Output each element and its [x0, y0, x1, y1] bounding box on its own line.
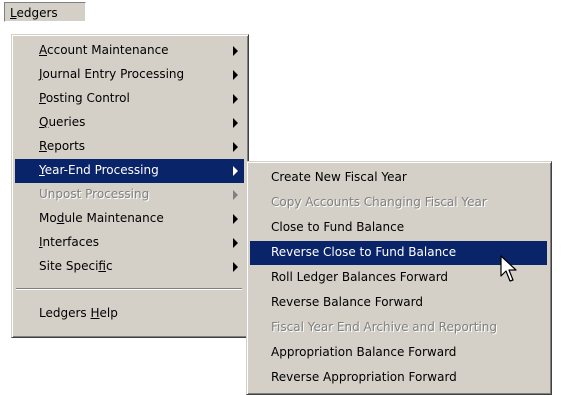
chevron-right-icon: [233, 118, 238, 128]
chevron-right-icon: [233, 94, 238, 104]
menu-item-label: Interfaces: [39, 235, 99, 249]
menu-item-queries[interactable]: Queries: [15, 111, 244, 135]
submenu-item-reverse-balance-forward[interactable]: Reverse Balance Forward: [250, 291, 547, 315]
menu-item-module-maintenance[interactable]: Module Maintenance: [15, 207, 244, 231]
submenu-item-label: Appropriation Balance Forward: [271, 345, 457, 359]
submenu-item-create-new-fiscal-year[interactable]: Create New Fiscal Year: [250, 166, 547, 190]
chevron-right-icon: [233, 166, 238, 176]
submenu-item-reverse-appropriation-forward[interactable]: Reverse Appropriation Forward: [250, 366, 547, 390]
mouse-pointer-icon: [500, 255, 517, 282]
submenu-item-label: Roll Ledger Balances Forward: [271, 270, 449, 284]
menu-item-label: Account Maintenance: [39, 43, 169, 57]
menu-item-label: Reports: [39, 139, 86, 153]
chevron-right-icon: [233, 214, 238, 224]
submenu-item-appropriation-balance-forward[interactable]: Appropriation Balance Forward: [250, 341, 547, 365]
menu-separator: [16, 288, 242, 290]
menu-item-label: Posting Control: [39, 91, 130, 105]
menubar-ledgers-label: Ledgers: [10, 6, 58, 20]
submenu-item-label: Reverse Appropriation Forward: [271, 370, 457, 384]
menu-item-ledgers-help[interactable]: Ledgers Help: [15, 302, 244, 326]
chevron-right-icon: [233, 262, 238, 272]
menu-item-label: Ledgers Help: [39, 306, 118, 320]
menu-item-posting-control[interactable]: Posting Control: [15, 87, 244, 111]
menu-item-label: Unpost Processing: [39, 187, 150, 201]
submenu-item-label: Close to Fund Balance: [271, 220, 405, 234]
menu-item-label: Year-End Processing: [39, 163, 159, 177]
chevron-right-icon: [233, 190, 238, 200]
menu-item-label: Module Maintenance: [39, 211, 164, 225]
menu-item-year-end-processing[interactable]: Year-End Processing: [15, 159, 244, 183]
chevron-right-icon: [233, 238, 238, 248]
submenu-item-label: Reverse Balance Forward: [271, 295, 423, 309]
menu-item-label: Site Specific: [39, 259, 113, 273]
ledgers-menu: Account Maintenance Journal Entry Process…: [11, 34, 249, 338]
chevron-right-icon: [233, 46, 238, 56]
submenu-item-label: Reverse Close to Fund Balance: [271, 245, 457, 259]
menu-item-label: Journal Entry Processing: [39, 67, 185, 81]
menu-item-unpost-processing: Unpost Processing: [15, 183, 244, 207]
submenu-item-label: Fiscal Year End Archive and Reporting: [271, 320, 497, 334]
menu-item-label: Queries: [39, 115, 86, 129]
menu-item-account-maintenance[interactable]: Account Maintenance: [15, 39, 244, 63]
chevron-right-icon: [233, 70, 238, 80]
submenu-item-close-to-fund-balance[interactable]: Close to Fund Balance: [250, 216, 547, 240]
menu-item-journal-entry-processing[interactable]: Journal Entry Processing: [15, 63, 244, 87]
submenu-item-copy-accounts-changing-fiscal-year: Copy Accounts Changing Fiscal Year: [250, 191, 547, 215]
submenu-item-label: Create New Fiscal Year: [271, 170, 407, 184]
submenu-item-fiscal-year-end-archive-and-reporting: Fiscal Year End Archive and Reporting: [250, 316, 547, 340]
menu-item-reports[interactable]: Reports: [15, 135, 244, 159]
menu-item-interfaces[interactable]: Interfaces: [15, 231, 244, 255]
menu-item-site-specific[interactable]: Site Specific: [15, 255, 244, 279]
chevron-right-icon: [233, 142, 238, 152]
submenu-item-label: Copy Accounts Changing Fiscal Year: [271, 195, 487, 209]
menubar-ledgers[interactable]: Ledgers: [4, 2, 86, 22]
